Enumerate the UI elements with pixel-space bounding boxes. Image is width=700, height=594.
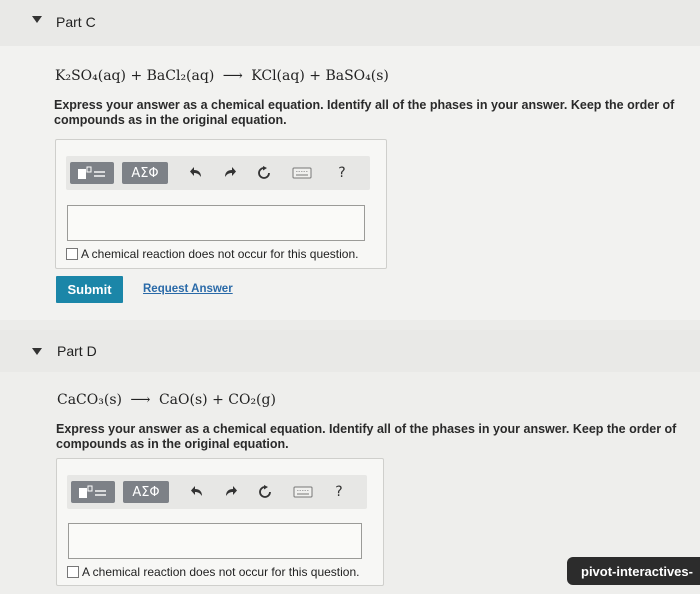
equation-product-2: CO₂(g) bbox=[228, 392, 276, 408]
collapse-caret-icon[interactable] bbox=[32, 16, 42, 23]
part-c-equation: K₂SO₄(aq) + BaCl₂(aq) ⟶ KCl(aq) + BaSO₄(… bbox=[55, 68, 389, 84]
equation-reactant-1: CaCO₃(s) bbox=[57, 392, 122, 408]
part-d-answer-input[interactable] bbox=[68, 523, 362, 559]
equation-product-1: KCl(aq) bbox=[251, 68, 305, 84]
part-c-title: Part C bbox=[56, 14, 96, 30]
equation-product-2: BaSO₄(s) bbox=[325, 68, 389, 84]
help-icon[interactable]: ? bbox=[329, 481, 349, 503]
equation-arrow: ⟶ bbox=[222, 68, 243, 84]
part-c-instructions: Express your answer as a chemical equati… bbox=[54, 98, 675, 127]
redo-icon[interactable] bbox=[220, 162, 240, 184]
part-d-header[interactable]: Part D bbox=[0, 330, 700, 372]
part-d-no-reaction-option[interactable]: A chemical reaction does not occur for t… bbox=[67, 565, 359, 579]
part-c-header[interactable]: Part C bbox=[0, 0, 700, 46]
request-answer-link[interactable]: Request Answer bbox=[143, 283, 233, 295]
greek-symbols-button[interactable]: ΑΣΦ bbox=[123, 481, 169, 503]
keyboard-icon[interactable] bbox=[290, 162, 314, 184]
part-d-answer-box: ΑΣΦ ? A chemical reaction does not occur… bbox=[56, 458, 384, 586]
reset-icon[interactable] bbox=[254, 162, 274, 184]
part-c-answer-input[interactable] bbox=[67, 205, 365, 241]
part-d-equation: CaCO₃(s) ⟶ CaO(s) + CO₂(g) bbox=[57, 392, 276, 408]
equation-plus: + bbox=[212, 392, 224, 408]
undo-icon[interactable] bbox=[187, 481, 207, 503]
part-d-title: Part D bbox=[57, 343, 97, 359]
equation-plus: + bbox=[130, 68, 143, 84]
templates-button[interactable] bbox=[71, 481, 115, 503]
equation-plus: + bbox=[309, 68, 321, 84]
submit-button[interactable]: Submit bbox=[56, 276, 123, 303]
equation-arrow: ⟶ bbox=[130, 392, 151, 408]
undo-icon[interactable] bbox=[186, 162, 206, 184]
no-reaction-checkbox[interactable] bbox=[66, 248, 78, 260]
part-c-answer-box: ΑΣΦ ? A chemical reaction does not occur… bbox=[55, 139, 387, 269]
templates-icon bbox=[79, 485, 106, 498]
redo-icon[interactable] bbox=[221, 481, 241, 503]
keyboard-icon[interactable] bbox=[291, 481, 315, 503]
equation-reactant-2: BaCl₂(aq) bbox=[146, 68, 215, 84]
reset-icon[interactable] bbox=[255, 481, 275, 503]
greek-symbols-button[interactable]: ΑΣΦ bbox=[122, 162, 168, 184]
part-d-section: Part D CaCO₃(s) ⟶ CaO(s) + CO₂(g) Expres… bbox=[0, 330, 700, 594]
part-d-instructions: Express your answer as a chemical equati… bbox=[56, 422, 677, 451]
part-c-section: Part C K₂SO₄(aq) + BaCl₂(aq) ⟶ KCl(aq) +… bbox=[0, 0, 700, 320]
math-toolbar: ΑΣΦ ? bbox=[66, 156, 370, 190]
no-reaction-label: A chemical reaction does not occur for t… bbox=[82, 565, 360, 579]
math-toolbar: ΑΣΦ ? bbox=[67, 475, 367, 509]
collapse-caret-icon[interactable] bbox=[32, 348, 42, 355]
templates-icon bbox=[78, 166, 105, 179]
no-reaction-checkbox[interactable] bbox=[67, 566, 79, 578]
equation-product-1: CaO(s) bbox=[158, 392, 208, 408]
equation-reactant-1: K₂SO₄(aq) bbox=[55, 68, 126, 84]
part-c-no-reaction-option[interactable]: A chemical reaction does not occur for t… bbox=[66, 247, 358, 261]
templates-button[interactable] bbox=[70, 162, 114, 184]
no-reaction-label: A chemical reaction does not occur for t… bbox=[81, 247, 359, 261]
help-icon[interactable]: ? bbox=[332, 162, 352, 184]
pivot-interactives-badge[interactable]: pivot-interactives- bbox=[567, 557, 700, 585]
